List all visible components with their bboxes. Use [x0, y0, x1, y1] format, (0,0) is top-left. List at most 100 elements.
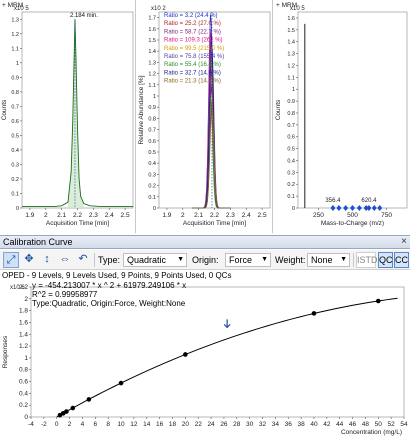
origin-select-value: Force [229, 255, 253, 265]
x-tick-label: 34 [272, 421, 280, 428]
origin-select[interactable]: Force ▼ [225, 253, 271, 267]
x-tick-label: 46 [349, 421, 357, 428]
y-tick-label: 0.6 [148, 139, 156, 145]
x-tick-label: 14 [143, 421, 151, 428]
y-tick-label: 0.8 [148, 116, 156, 122]
qc-toggle[interactable]: QC [378, 252, 393, 268]
y-tick-label: 1.5 [287, 28, 295, 34]
y-tick-label: 1.4 [19, 331, 28, 338]
y-tick-label: 0.3 [11, 162, 19, 168]
zoom-horizontal-icon[interactable]: ⇔ [57, 252, 73, 268]
weight-label: Weight: [275, 255, 306, 265]
mass-label: 356.4 [325, 198, 341, 204]
y-tick-label: 1.6 [19, 319, 28, 326]
x-tick-label: 2 [44, 212, 48, 219]
peak-label: 2.184 min. [70, 13, 98, 19]
y-tick-label: 1 [24, 355, 28, 362]
close-icon[interactable]: × [401, 236, 407, 248]
y-tick-label: 1 [153, 94, 156, 100]
x-tick-label: 38 [297, 421, 305, 428]
ratio-legend-item: Ratio = 21.3 (14.3 %) [164, 79, 221, 85]
x-tick-label: 2.3 [226, 212, 235, 219]
y-tick-label: 0.7 [148, 128, 156, 134]
calibration-plot-area: 0 0.2 0.4 0.6 0.8 1 1.2 1.4 1.6 1.8 2 2.2 -4 -2 0 2 4 6 8 1… [0, 271, 410, 437]
type-select[interactable]: Quadratic ▼ [123, 253, 187, 267]
y-tick-label: 1.3 [287, 52, 295, 58]
y-tick-label: 0.4 [19, 390, 28, 397]
x-tick-label: 54 [400, 421, 408, 428]
type-select-value: Quadratic [127, 255, 167, 265]
y-tick-label: 1.8 [19, 308, 28, 315]
x-tick-label: 50 [375, 421, 383, 428]
y-tick-label: 0.6 [287, 135, 295, 141]
chart-title: + MRM [2, 2, 23, 9]
x-tick-label: 750 [381, 212, 392, 219]
x-tick-label: 42 [323, 421, 331, 428]
cc-toggle[interactable]: CC [394, 252, 409, 268]
y-tick-label: 0.4 [287, 158, 295, 164]
x-axis-label: Mass-to-Charge (m/z) [321, 220, 384, 227]
x-tick-label: -4 [28, 421, 34, 428]
y-tick-label: 0 [16, 206, 19, 212]
qualifier-plot[interactable]: 0 0.1 0.2 0.3 0.4 0.5 0.6 0.7 0.8 0.9 1 1.1 1.2 1.3 1.… [137, 0, 273, 233]
qualifier-panel: 0 0.1 0.2 0.3 0.4 0.5 0.6 0.7 0.8 0.9 1 1.1 1.2 1.3 1.… [137, 0, 273, 233]
x-axis-label: Acquisition Time [min] [183, 220, 246, 227]
y-tick-label: 0.9 [148, 105, 156, 111]
y-tick-label: 1.2 [11, 32, 19, 38]
x-tick-label: 26 [220, 421, 228, 428]
y-tick-label: 0.4 [11, 148, 19, 154]
pan-icon[interactable]: ✥ [21, 252, 37, 268]
x-tick-label: 1.9 [162, 212, 171, 219]
weight-select[interactable]: None ▼ [307, 253, 350, 267]
zoom-vertical-icon[interactable]: ↕ [39, 252, 55, 268]
calibration-equation: y = -454.213007 * x ^ 2 + 61979.249106 *… [32, 281, 187, 290]
y-tick-label: 1.2 [148, 72, 156, 78]
x-tick-label: 22 [195, 421, 203, 428]
y-tick-label: 1.3 [148, 60, 156, 66]
undo-icon[interactable]: ↶ [75, 252, 91, 268]
y-axis-label: Counts [275, 99, 282, 120]
y-exponent-label: x10 6 [10, 285, 25, 291]
ratio-legend-item: Ratio = 32.7 (14.9 %) [164, 70, 221, 76]
y-tick-label: 0.1 [287, 194, 295, 200]
ratio-legend-item: Ratio = 25.2 (27.0 %) [164, 21, 221, 27]
x-tick-label: 10 [117, 421, 125, 428]
y-tick-label: 0.3 [148, 172, 156, 178]
istd-toggle[interactable]: ISTD [356, 252, 378, 268]
toolbar-divider [94, 253, 95, 267]
y-axis-label: Responses [2, 335, 9, 368]
x-tick-label: 16 [156, 421, 164, 428]
y-tick-label: 1.7 [148, 16, 156, 22]
y-tick-label: 0.6 [19, 379, 28, 386]
x-tick-label: 2.4 [242, 212, 251, 219]
spectrum-plot[interactable]: 0 0.1 0.2 0.3 0.4 0.5 0.6 0.7 0.8 0.9 1 1.1 1.2 1.3 1.… [274, 0, 410, 233]
calibration-r-squared: R^2 = 0.99958977 [32, 290, 98, 299]
y-tick-label: 0.5 [287, 147, 295, 153]
y-tick-label: 0.8 [19, 367, 28, 374]
y-tick-label: 0.6 [11, 119, 19, 125]
ratio-legend-item: Ratio = 58.7 (22.7 %) [164, 29, 221, 35]
y-tick-label: 0.1 [148, 195, 156, 201]
calibration-point [375, 298, 381, 304]
x-tick-label: 32 [259, 421, 267, 428]
chromatogram-plot[interactable]: 0 0.1 0.2 0.3 0.4 0.5 0.6 0.7 0.8 0.9 1 1.1 1.2 1.3 1.… [0, 0, 136, 233]
calibration-point [118, 380, 124, 386]
calibration-panel-title: Calibration Curve [3, 237, 73, 247]
y-tick-label: 1.1 [11, 46, 19, 52]
x-tick-label: 2.1 [194, 212, 203, 219]
y-tick-label: 0.9 [11, 75, 19, 81]
y-tick-label: 1.6 [287, 16, 295, 22]
zoom-fit-icon[interactable]: ⤢ [3, 252, 19, 268]
y-tick-label: 1.4 [287, 40, 295, 46]
y-tick-label: 1 [16, 61, 19, 67]
x-tick-label: 0 [55, 421, 59, 428]
x-tick-label: 2 [68, 421, 72, 428]
type-label: Type: [98, 255, 121, 265]
toolbar-divider [353, 253, 354, 267]
calibration-summary: OPED - 9 Levels, 9 Levels Used, 9 Points… [2, 271, 232, 280]
x-tick-label: 24 [207, 421, 215, 428]
x-tick-label: 20 [182, 421, 190, 428]
x-tick-label: 40 [310, 421, 318, 428]
y-tick-label: 0.5 [148, 150, 156, 156]
x-tick-label: 2.2 [210, 212, 219, 219]
